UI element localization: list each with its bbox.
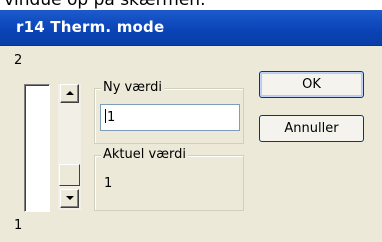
scale-min-label: 1: [14, 218, 23, 233]
scroll-thumb[interactable]: [59, 164, 80, 186]
scroll-down-button[interactable]: [60, 189, 79, 208]
ok-button[interactable]: OK: [259, 71, 364, 98]
value-scrollbar[interactable]: [58, 84, 81, 210]
dialog-title: r14 Therm. mode: [16, 18, 165, 36]
document-caption: vindue op på skærmen.: [0, 0, 382, 10]
cancel-button[interactable]: Annuller: [259, 115, 364, 142]
arrow-down-icon: [66, 196, 74, 200]
current-value-text: 1: [104, 176, 113, 191]
new-value-text: 1: [107, 110, 116, 125]
current-value-group: Aktuel værdi: [94, 147, 244, 211]
arrow-up-icon: [66, 91, 74, 95]
document-caption-text: vindue op på skærmen.: [4, 0, 206, 10]
value-track[interactable]: [24, 84, 50, 212]
current-value-label: Aktuel værdi: [101, 147, 188, 162]
dialog-title-bar[interactable]: r14 Therm. mode: [0, 10, 382, 46]
new-value-input[interactable]: 1: [100, 104, 240, 131]
new-value-label: Ny værdi: [101, 80, 164, 95]
scale-max-label: 2: [14, 53, 23, 68]
scroll-up-button[interactable]: [60, 84, 79, 103]
text-caret: [105, 109, 106, 123]
